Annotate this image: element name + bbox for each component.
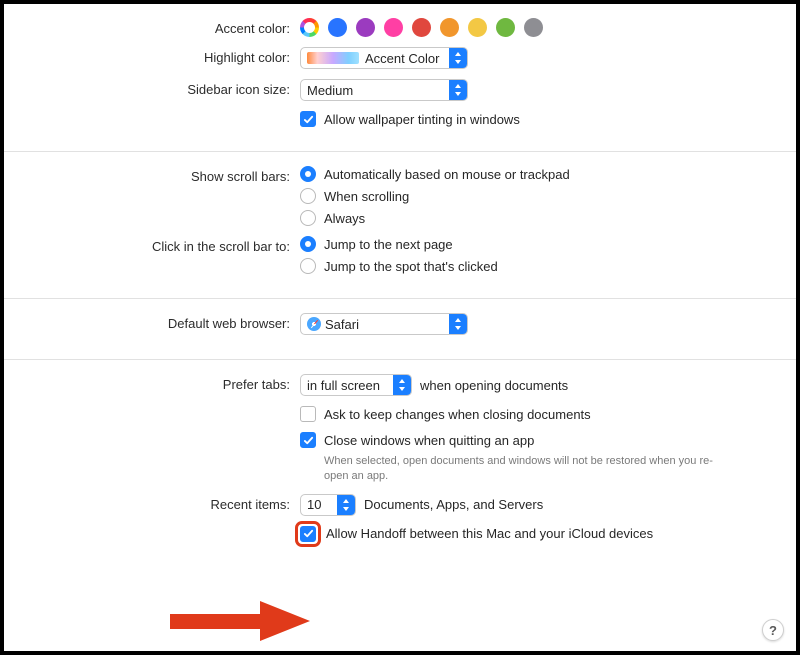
row-click-scrollbar: Click in the scroll bar to: Jump to the … [4,236,796,274]
scrollbars-radio-0[interactable] [300,166,316,182]
row-close-windows: Close windows when quitting an app When … [4,432,796,484]
recent-items-value: 10 [307,497,331,512]
accent-swatch-5[interactable] [440,18,459,37]
sidebar-icon-size-value: Medium [307,83,443,98]
chevron-updown-icon [449,48,467,68]
accent-swatch-2[interactable] [356,18,375,37]
click-scrollbar-option: Jump to the spot that's clicked [300,258,796,274]
section-tabs: Prefer tabs: in full screen when opening… [4,374,796,558]
label-prefer-tabs: Prefer tabs: [4,374,300,392]
handoff-checkbox[interactable] [300,526,316,542]
divider [4,298,796,299]
click-scrollbar-radio-label: Jump to the spot that's clicked [324,259,498,274]
prefer-tabs-popup[interactable]: in full screen [300,374,412,396]
row-wallpaper-tint: Allow wallpaper tinting in windows [4,111,796,127]
row-recent-items: Recent items: 10 Documents, Apps, and Se… [4,494,796,516]
wallpaper-tint-checkbox[interactable] [300,111,316,127]
row-highlight-color: Highlight color: Accent Color [4,47,796,69]
label-default-browser: Default web browser: [4,313,300,331]
label-sidebar-icon-size: Sidebar icon size: [4,79,300,97]
click-scrollbar-option: Jump to the next page [300,236,796,252]
scrollbars-radio-label: When scrolling [324,189,409,204]
scrollbars-radio-label: Always [324,211,365,226]
scrollbars-option: Automatically based on mouse or trackpad [300,166,796,182]
help-label: ? [769,623,777,638]
label-recent-items: Recent items: [4,494,300,512]
chevron-updown-icon [449,314,467,334]
scrollbars-options: Automatically based on mouse or trackpad… [300,166,796,226]
highlight-gradient-icon [307,52,359,64]
scrollbars-radio-1[interactable] [300,188,316,204]
accent-swatch-6[interactable] [468,18,487,37]
scrollbars-radio-2[interactable] [300,210,316,226]
label-highlight-color: Highlight color: [4,47,300,65]
divider [4,359,796,360]
label-accent-color: Accent color: [4,18,300,36]
section-scrollbars: Show scroll bars: Automatically based on… [4,166,796,298]
label-show-scrollbars: Show scroll bars: [4,166,300,184]
click-scrollbar-radio-0[interactable] [300,236,316,252]
chevron-updown-icon [449,80,467,100]
row-handoff: Allow Handoff between this Mac and your … [4,526,796,542]
recent-items-popup[interactable]: 10 [300,494,356,516]
click-scrollbar-radio-1[interactable] [300,258,316,274]
accent-swatch-3[interactable] [384,18,403,37]
default-browser-value: Safari [325,317,443,332]
close-windows-subtext: When selected, open documents and window… [300,454,720,484]
label-click-scrollbar: Click in the scroll bar to: [4,236,300,254]
scrollbars-option: When scrolling [300,188,796,204]
chevron-updown-icon [337,495,355,515]
chevron-updown-icon [393,375,411,395]
sidebar-icon-size-popup[interactable]: Medium [300,79,468,101]
highlight-color-value: Accent Color [365,51,443,66]
scrollbars-option: Always [300,210,796,226]
row-prefer-tabs: Prefer tabs: in full screen when opening… [4,374,796,396]
wallpaper-tint-label: Allow wallpaper tinting in windows [324,112,520,127]
default-browser-popup[interactable]: Safari [300,313,468,335]
accent-swatch-0[interactable] [300,18,319,37]
content: Accent color: Highlight color: Accent Co… [4,4,796,568]
divider [4,151,796,152]
ask-keep-changes-checkbox[interactable] [300,406,316,422]
handoff-highlight-annotation [300,526,316,542]
accent-swatch-1[interactable] [328,18,347,37]
section-browser: Default web browser: Safari [4,313,796,359]
prefer-tabs-value: in full screen [307,378,387,393]
section-appearance: Accent color: Highlight color: Accent Co… [4,18,796,151]
accent-color-swatches [300,18,796,37]
close-windows-label: Close windows when quitting an app [324,433,534,448]
close-windows-checkbox[interactable] [300,432,316,448]
arrow-annotation-icon [170,601,310,641]
ask-keep-changes-label: Ask to keep changes when closing documen… [324,407,591,422]
help-button[interactable]: ? [762,619,784,641]
recent-items-suffix: Documents, Apps, and Servers [364,497,543,512]
scrollbars-radio-label: Automatically based on mouse or trackpad [324,167,570,182]
highlight-color-popup[interactable]: Accent Color [300,47,468,69]
handoff-label: Allow Handoff between this Mac and your … [326,526,653,541]
click-scrollbar-radio-label: Jump to the next page [324,237,453,252]
row-show-scrollbars: Show scroll bars: Automatically based on… [4,166,796,226]
general-pane: Accent color: Highlight color: Accent Co… [0,0,800,655]
click-scrollbar-options: Jump to the next page Jump to the spot th… [300,236,796,274]
safari-icon [307,317,321,331]
row-sidebar-icon-size: Sidebar icon size: Medium [4,79,796,101]
row-accent-color: Accent color: [4,18,796,37]
accent-swatch-4[interactable] [412,18,431,37]
accent-swatch-8[interactable] [524,18,543,37]
row-default-browser: Default web browser: Safari [4,313,796,335]
prefer-tabs-suffix: when opening documents [420,378,568,393]
row-ask-keep-changes: Ask to keep changes when closing documen… [4,406,796,422]
accent-swatch-7[interactable] [496,18,515,37]
